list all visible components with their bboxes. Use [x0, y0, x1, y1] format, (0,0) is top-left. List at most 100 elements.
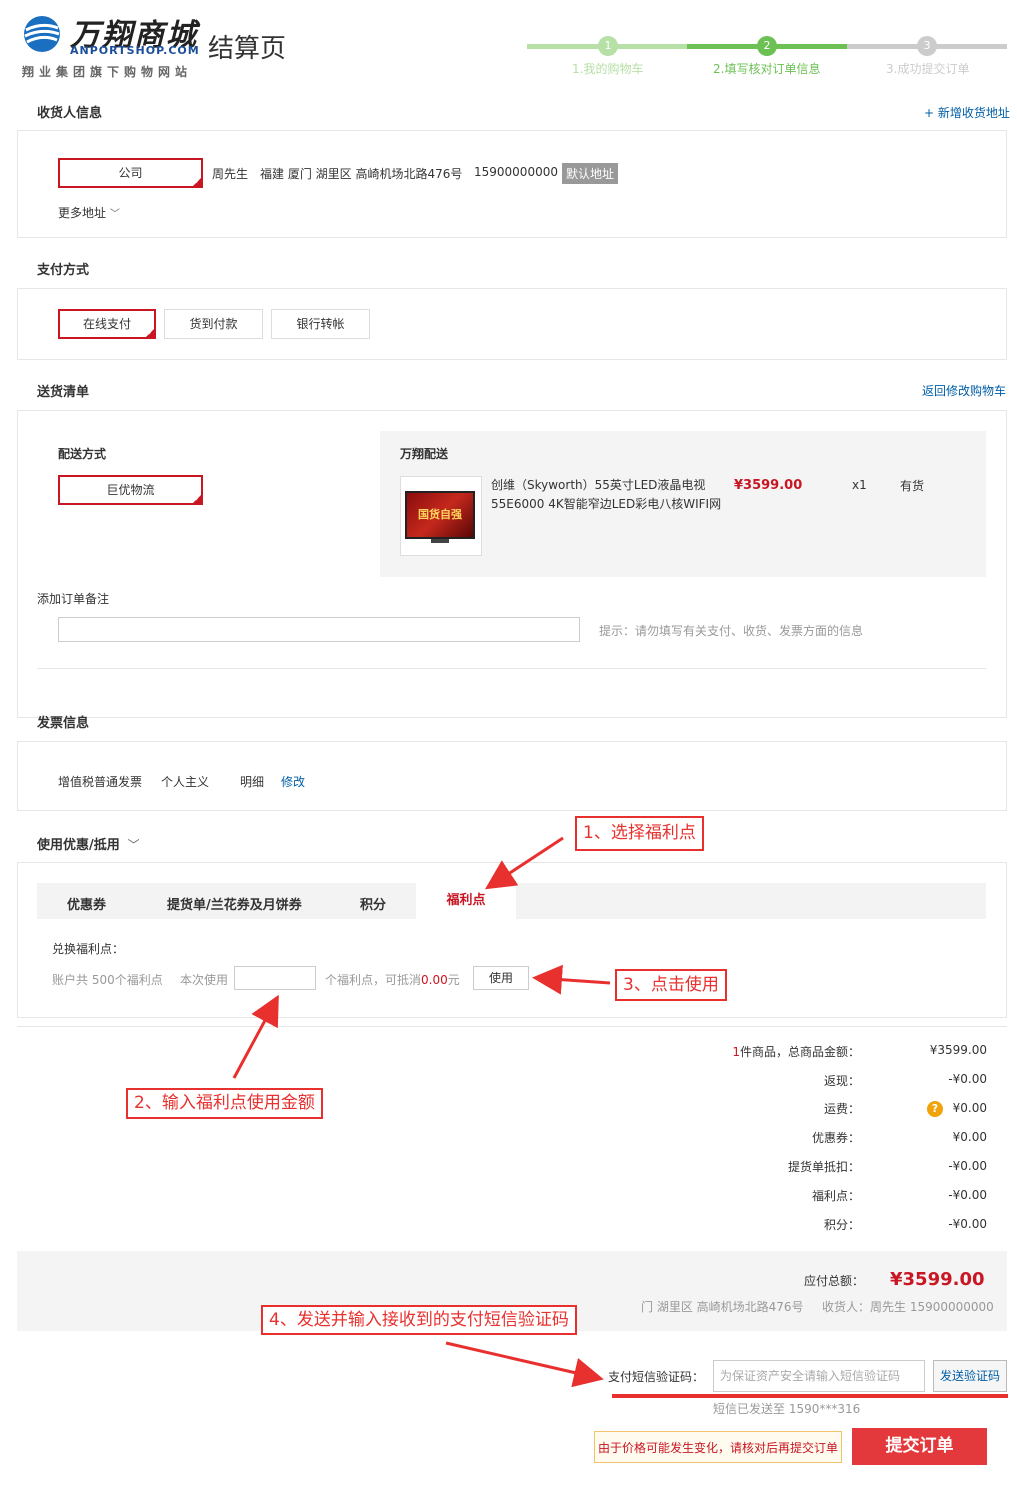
sms-code-input[interactable]: 为保证资产安全请输入短信验证码 [713, 1360, 925, 1392]
order-note-label: 添加订单备注 [37, 592, 110, 606]
address-tag-label: 公司 [118, 166, 143, 180]
more-address-label: 更多地址 [58, 206, 107, 220]
page-title: 结算页 [208, 33, 287, 63]
add-address-link[interactable]: + 新增收货地址 [924, 104, 1010, 121]
invoice-header: 个人主义 [161, 775, 210, 789]
submit-order-button[interactable]: 提交订单 [852, 1428, 987, 1465]
points-unit-text: 个福利点，可抵消 [325, 973, 422, 987]
consignee-name: 周先生 [212, 167, 249, 181]
annotation-4: 4、发送并输入接收到的支付短信验证码 [261, 1305, 577, 1335]
step-2-circle: 2 [757, 36, 777, 56]
tv-image: 国货自强 [405, 491, 475, 539]
ship-method-label: 配送方式 [58, 447, 107, 461]
exchange-label: 兑换福利点： [52, 942, 125, 956]
tab-welfare-points-label: 福利点 [446, 893, 486, 908]
yuan-text: 元 [447, 973, 460, 987]
tab-points[interactable]: 积分 [360, 894, 386, 913]
more-address-toggle[interactable]: 更多地址 ﹀ [58, 204, 120, 221]
freight-label: 运费： [823, 1102, 860, 1116]
welfare-points-value: -¥0.00 [948, 1188, 987, 1202]
pay-online-label: 在线支付 [82, 317, 131, 331]
payable-value: ¥3599.00 [890, 1269, 985, 1290]
thumb-text: 国货自强 [418, 508, 462, 521]
invoice-title: 发票信息 [37, 716, 90, 731]
annotation-1: 1、选择福利点 [575, 816, 704, 851]
invoice-edit-link[interactable]: 修改 [281, 773, 305, 790]
goods-total-value: ¥3599.00 [929, 1043, 987, 1057]
step-1-circle: 1 [598, 36, 618, 56]
tab-welfare-points[interactable]: 福利点 [416, 883, 516, 919]
product-price: ¥3599.00 [734, 478, 803, 493]
logo-globe-icon [24, 16, 60, 52]
product-name-line2[interactable]: 55E6000 4K智能窄边LED彩电八核WIFI网 [491, 495, 721, 512]
check-icon: ✓ [147, 328, 154, 337]
pay-bank-transfer-button[interactable]: 银行转帐 [271, 309, 370, 339]
product-thumbnail[interactable]: 国货自强 [400, 476, 482, 556]
payment-title: 支付方式 [37, 263, 90, 278]
chevron-down-icon: ﹀ [109, 209, 120, 220]
ship-method-button[interactable]: 巨优物流 ✓ [58, 475, 203, 505]
consignee-address: 福建 厦门 湖里区 高崎机场北路476号 [260, 167, 463, 181]
freight-value: ¥0.00 [952, 1101, 987, 1115]
offset-amount: 0.00 [421, 973, 448, 987]
logo-slogan: 翔业集团旗下购物网站 [22, 65, 193, 79]
address-tag-button[interactable]: 公司 ✓ [58, 158, 203, 188]
coupon-value: ¥0.00 [952, 1130, 987, 1144]
arrow-4 [445, 1341, 604, 1388]
points-label: 积分： [823, 1218, 860, 1232]
summary-divider [17, 1026, 1007, 1027]
shipping-divider [37, 668, 986, 669]
sms-sent-note: 短信已发送至 1590***316 [713, 1402, 861, 1416]
use-points-button[interactable]: 使用 [473, 966, 529, 990]
pay-cod-button[interactable]: 货到付款 [164, 309, 263, 339]
discount-toggle[interactable]: 使用优惠/抵用 ﹀ [37, 834, 140, 853]
account-points: 账户共 500个福利点 [52, 973, 163, 987]
logo-en: ANPORTSHOP.COM [70, 44, 200, 57]
vendor-name: 万翔配送 [400, 447, 449, 461]
tv-stand [431, 539, 449, 543]
product-qty: x1 [852, 478, 867, 492]
back-to-cart-link[interactable]: 返回修改购物车 [922, 382, 1006, 399]
welfare-points-input[interactable] [234, 966, 316, 990]
product-stock: 有货 [900, 479, 925, 493]
tab-coupon[interactable]: 优惠券 [67, 894, 106, 913]
points-value: -¥0.00 [948, 1217, 987, 1231]
default-address-badge: 默认地址 [562, 163, 619, 184]
goods-count-label: 1件商品，总商品金额： [660, 1043, 860, 1060]
shipping-title: 送货清单 [37, 385, 90, 400]
ship-method-value: 巨优物流 [106, 483, 155, 497]
chevron-down-icon: ﹀ [127, 838, 140, 852]
order-note-input[interactable] [58, 617, 580, 642]
invoice-content: 明细 [240, 775, 265, 789]
order-note-hint: 提示：请勿填写有关支付、收货、发票方面的信息 [599, 624, 864, 638]
coupon-label: 优惠券： [811, 1131, 860, 1145]
points-offset-text: 个福利点，可抵消0.00元 [325, 971, 460, 988]
annotation-2: 2、输入福利点使用金额 [126, 1088, 323, 1119]
consignee-phone: 15900000000 [474, 165, 558, 179]
delivery-address: 门 湖里区 高崎机场北路476号 [641, 1300, 804, 1314]
step-3-label: 3.成功提交订单 [886, 62, 970, 76]
invoice-type: 增值税普通发票 [58, 775, 143, 789]
step-1-label: 1.我的购物车 [572, 62, 644, 76]
annotation-3: 3、点击使用 [615, 969, 727, 1001]
sms-label: 支付短信验证码： [608, 1370, 705, 1384]
cashback-value: -¥0.00 [948, 1072, 987, 1086]
payable-label: 应付总额： [804, 1274, 865, 1288]
step-3-circle: 3 [917, 36, 937, 56]
welfare-points-label: 福利点： [811, 1189, 860, 1203]
pay-online-button[interactable]: 在线支付 ✓ [58, 309, 156, 339]
send-sms-button[interactable]: 发送验证码 [933, 1360, 1007, 1392]
check-icon: ✓ [194, 177, 201, 186]
tab-voucher[interactable]: 提货单/兰花券及月饼券 [167, 894, 302, 913]
goods-count: 1 [732, 1045, 740, 1059]
check-icon: ✓ [194, 494, 201, 503]
voucher-deduct-label: 提货单抵扣： [787, 1160, 860, 1174]
use-label: 本次使用 [180, 973, 229, 987]
step-2-label: 2.填写核对订单信息 [713, 62, 821, 76]
product-name-line1[interactable]: 创维（Skyworth）55英寸LED液晶电视 [491, 476, 705, 493]
discount-title: 使用优惠/抵用 [37, 838, 120, 853]
cashback-label: 返现： [823, 1074, 860, 1088]
goods-count-suffix: 件商品，总商品金额： [739, 1045, 860, 1059]
consignee-title: 收货人信息 [37, 106, 103, 121]
voucher-deduct-value: -¥0.00 [948, 1159, 987, 1173]
